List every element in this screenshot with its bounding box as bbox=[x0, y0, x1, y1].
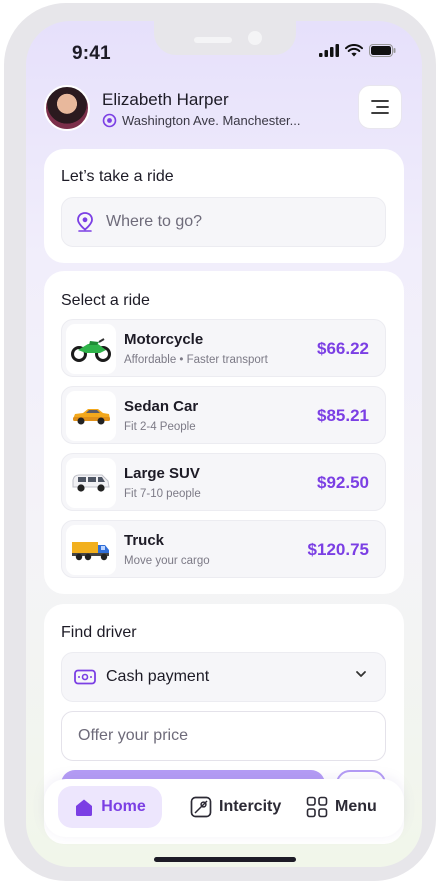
app-screen: 9:41 Elizabeth Harper Washington Ave. Ma… bbox=[26, 21, 422, 867]
select-ride-card: Select a ride Motorcycle Affordable • Fa… bbox=[44, 271, 404, 594]
find-driver-title: Find driver bbox=[61, 624, 137, 641]
ride-thumb bbox=[66, 525, 116, 575]
cash-icon bbox=[74, 669, 96, 685]
ride-option-sedan[interactable]: Sedan Car Fit 2-4 People $85.21 bbox=[61, 386, 386, 444]
ride-option-truck[interactable]: Truck Move your cargo $120.75 bbox=[61, 520, 386, 578]
ride-request-card: Let’s take a ride Where to go? bbox=[44, 149, 404, 263]
sedan-car-icon bbox=[73, 409, 110, 425]
ride-thumb bbox=[66, 391, 116, 441]
ride-subtitle: Affordable • Faster transport bbox=[124, 354, 268, 366]
ride-thumb bbox=[66, 458, 116, 508]
device-notch bbox=[154, 21, 296, 55]
battery-icon bbox=[369, 44, 396, 57]
bottom-navigation: Home Intercity Menu bbox=[44, 779, 404, 837]
payment-method-value: Cash payment bbox=[106, 668, 210, 685]
chevron-down-icon bbox=[356, 671, 366, 677]
destination-input[interactable]: Where to go? bbox=[61, 197, 386, 247]
ride-subtitle: Fit 2-4 People bbox=[124, 421, 196, 433]
offer-price-input[interactable]: Offer your price bbox=[61, 711, 386, 761]
nav-menu-label: Menu bbox=[335, 798, 377, 815]
nav-menu[interactable]: Menu bbox=[306, 786, 377, 828]
location-target-icon bbox=[102, 113, 117, 128]
select-ride-title: Select a ride bbox=[61, 292, 150, 309]
status-icons bbox=[319, 44, 396, 57]
wifi-icon bbox=[345, 44, 363, 57]
ride-name: Motorcycle bbox=[124, 331, 204, 348]
ride-option-motorcycle[interactable]: Motorcycle Affordable • Faster transport… bbox=[61, 319, 386, 377]
ride-name: Sedan Car bbox=[124, 398, 199, 415]
ride-name: Large SUV bbox=[124, 465, 200, 482]
destination-placeholder: Where to go? bbox=[106, 213, 203, 230]
speaker bbox=[194, 37, 232, 43]
home-indicator bbox=[154, 857, 296, 862]
payment-method-select[interactable]: Cash payment bbox=[61, 652, 386, 702]
ride-subtitle: Move your cargo bbox=[124, 555, 210, 567]
cellular-signal-icon bbox=[319, 44, 339, 57]
nav-home[interactable]: Home bbox=[58, 786, 162, 828]
ride-thumb bbox=[66, 324, 116, 374]
user-location[interactable]: Washington Ave. Manchester... bbox=[102, 113, 301, 128]
ride-subtitle: Fit 7-10 people bbox=[124, 488, 201, 500]
user-location-text: Washington Ave. Manchester... bbox=[122, 113, 301, 128]
user-avatar[interactable] bbox=[44, 85, 90, 131]
nav-home-label: Home bbox=[101, 798, 146, 815]
grid-menu-icon bbox=[306, 796, 328, 818]
hamburger-icon bbox=[371, 100, 389, 114]
ride-request-title: Let’s take a ride bbox=[61, 168, 174, 185]
ride-price: $120.75 bbox=[307, 540, 369, 559]
map-pin-icon bbox=[77, 212, 93, 232]
ride-price: $85.21 bbox=[317, 406, 369, 425]
user-name: Elizabeth Harper bbox=[102, 90, 229, 109]
ride-price: $92.50 bbox=[317, 473, 369, 492]
status-time: 9:41 bbox=[72, 43, 111, 64]
ride-price: $66.22 bbox=[317, 339, 369, 358]
filter-menu-button[interactable] bbox=[358, 85, 402, 129]
phone-frame: 9:41 Elizabeth Harper Washington Ave. Ma… bbox=[4, 3, 436, 881]
nav-intercity[interactable]: Intercity bbox=[190, 786, 281, 828]
map-route-icon bbox=[190, 796, 212, 818]
camera bbox=[248, 31, 262, 45]
suv-icon bbox=[72, 474, 110, 492]
home-icon bbox=[76, 799, 93, 816]
ride-option-suv[interactable]: Large SUV Fit 7-10 people $92.50 bbox=[61, 453, 386, 511]
motorcycle-icon bbox=[71, 338, 111, 362]
ride-name: Truck bbox=[124, 532, 165, 549]
offer-price-placeholder: Offer your price bbox=[78, 727, 188, 744]
truck-icon bbox=[72, 542, 109, 561]
nav-intercity-label: Intercity bbox=[219, 798, 282, 815]
